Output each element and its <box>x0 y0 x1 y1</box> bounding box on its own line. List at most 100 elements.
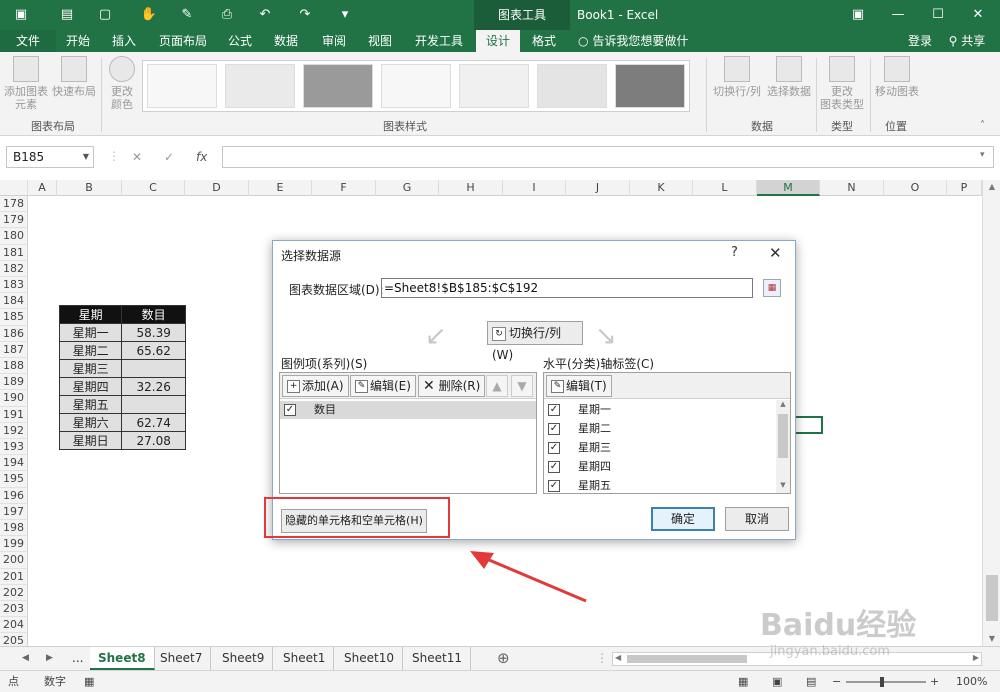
tab-review[interactable]: 审阅 <box>314 30 354 52</box>
row-header[interactable]: 186 <box>0 326 28 342</box>
hscroll-thumb[interactable] <box>627 655 747 663</box>
cancel-icon[interactable]: ✕ <box>132 146 142 168</box>
tell-me-box[interactable]: ○ 告诉我您想要做什么... <box>578 30 708 70</box>
close-button[interactable]: ✕ <box>956 0 1000 30</box>
scroll-down-icon[interactable]: ▼ <box>983 632 1000 646</box>
list-item[interactable]: ✓ 星期一 <box>544 401 790 419</box>
table-header-cell[interactable]: 星期 <box>58 305 123 324</box>
range-picker-icon[interactable]: ▦ <box>763 279 781 297</box>
list-item[interactable]: ✓ 星期四 <box>544 458 790 476</box>
tab-formulas[interactable]: 公式 <box>220 30 260 52</box>
sheet-tab-sheet7[interactable]: Sheet7 <box>152 647 212 670</box>
row-header[interactable]: 195 <box>0 471 28 488</box>
column-header[interactable]: A <box>28 180 57 196</box>
column-header[interactable]: N <box>820 180 884 196</box>
undo-icon[interactable]: ↶ <box>256 6 274 24</box>
table-header-cell[interactable]: 数目 <box>121 305 186 324</box>
tab-split-handle[interactable]: ⋮ <box>596 651 608 665</box>
row-header[interactable]: 200 <box>0 552 28 569</box>
value-cell[interactable]: 27.08 <box>121 431 186 450</box>
scroll-down-icon[interactable]: ▼ <box>776 481 790 493</box>
scroll-thumb[interactable] <box>778 414 788 458</box>
row-header[interactable]: 194 <box>0 455 28 472</box>
column-header[interactable]: L <box>693 180 757 196</box>
row-header[interactable]: 204 <box>0 617 28 634</box>
change-colors-button[interactable]: 更改 颜色 <box>104 56 140 111</box>
formula-input[interactable] <box>222 146 994 168</box>
edit-axis-button[interactable]: ✎ 编辑(T) <box>546 375 612 397</box>
row-header[interactable]: 179 <box>0 212 28 229</box>
next-sheet-icon[interactable]: ▶ <box>46 647 53 670</box>
axis-checkbox[interactable]: ✓ <box>548 423 560 435</box>
minimize-button[interactable]: — <box>876 0 920 30</box>
sheet-tab-sheet11[interactable]: Sheet11 <box>404 647 471 670</box>
chart-style-7[interactable] <box>615 64 685 108</box>
column-header[interactable]: B <box>57 180 122 196</box>
day-cell[interactable]: 星期五 <box>58 395 123 414</box>
value-cell[interactable] <box>121 395 186 414</box>
row-header[interactable]: 205 <box>0 633 28 646</box>
ok-button[interactable]: 确定 <box>651 507 715 531</box>
edit-series-button[interactable]: ✎ 编辑(E) <box>350 375 416 397</box>
zoom-slider[interactable] <box>846 681 926 683</box>
day-cell[interactable]: 星期二 <box>58 341 123 360</box>
row-header[interactable]: 201 <box>0 569 28 585</box>
row-header[interactable]: 193 <box>0 439 28 456</box>
normal-view-icon[interactable]: ▦ <box>738 671 748 692</box>
tab-file[interactable]: 文件 <box>0 30 56 52</box>
row-header[interactable]: 185 <box>0 309 28 326</box>
switch-row-column-dialog-button[interactable]: ↻ 切换行/列(W) <box>487 321 583 362</box>
row-header[interactable]: 188 <box>0 358 28 375</box>
list-item[interactable]: ✓ 星期三 <box>544 439 790 457</box>
add-sheet-icon[interactable]: ⊕ <box>497 649 510 667</box>
redo-icon[interactable]: ↷ <box>296 6 314 24</box>
row-header[interactable]: 203 <box>0 601 28 618</box>
axis-checkbox[interactable]: ✓ <box>548 442 560 454</box>
list-item[interactable]: ✓ 星期五 <box>544 477 790 493</box>
save-icon[interactable]: ▣ <box>12 6 30 24</box>
axis-checkbox[interactable]: ✓ <box>548 461 560 473</box>
move-chart-button[interactable]: 移动图表 <box>872 56 922 98</box>
sheet-tab-sheet9[interactable]: Sheet9 <box>214 647 274 670</box>
row-header[interactable]: 192 <box>0 423 28 439</box>
row-header[interactable]: 198 <box>0 520 28 537</box>
chart-style-3[interactable] <box>303 64 373 108</box>
row-header[interactable]: 202 <box>0 585 28 601</box>
active-cell-outline[interactable] <box>793 416 823 434</box>
tab-insert[interactable]: 插入 <box>104 30 144 52</box>
column-header[interactable]: I <box>503 180 566 196</box>
move-down-icon[interactable]: ▼ <box>511 375 533 397</box>
scroll-left-icon[interactable]: ◀ <box>615 653 621 662</box>
row-header[interactable]: 189 <box>0 374 28 391</box>
macro-record-icon[interactable]: ▦ <box>84 671 94 692</box>
close-icon[interactable]: ✕ <box>769 244 782 262</box>
day-cell[interactable]: 星期六 <box>58 413 123 432</box>
tab-page-layout[interactable]: 页面布局 <box>152 30 214 52</box>
change-chart-type-button[interactable]: 更改 图表类型 <box>818 56 866 111</box>
cancel-button[interactable]: 取消 <box>725 507 789 531</box>
signin-link[interactable]: 登录 <box>902 30 938 52</box>
quick-layout-button[interactable]: 快速布局 <box>52 56 96 98</box>
customize-qat-icon[interactable]: ▾ <box>336 6 354 24</box>
sheet-tab-sheet10[interactable]: Sheet10 <box>336 647 403 670</box>
column-header[interactable]: C <box>122 180 185 196</box>
scroll-up-icon[interactable]: ▲ <box>983 180 1000 194</box>
scroll-right-icon[interactable]: ▶ <box>973 653 979 662</box>
touch-mode-icon[interactable]: ✋ <box>140 6 158 24</box>
add-chart-element-button[interactable]: 添加图表 元素 <box>4 56 48 111</box>
tab-format[interactable]: 格式 <box>524 30 564 52</box>
insert-function-icon[interactable]: fx <box>196 146 207 168</box>
tab-design[interactable]: 设计 <box>476 30 520 52</box>
day-cell[interactable]: 星期三 <box>58 359 123 378</box>
day-cell[interactable]: 星期一 <box>58 323 123 342</box>
switch-row-column-button[interactable]: 切换行/列 <box>712 56 762 98</box>
axis-list-scrollbar[interactable]: ▲ ▼ <box>776 400 790 493</box>
more-sheets-tab[interactable]: ... <box>64 647 91 670</box>
chart-style-6[interactable] <box>537 64 607 108</box>
new-icon[interactable]: ▢ <box>96 6 114 24</box>
chart-style-5[interactable] <box>459 64 529 108</box>
column-header[interactable]: G <box>376 180 439 196</box>
delete-series-button[interactable]: ✕ 删除(R) <box>418 375 486 397</box>
value-cell[interactable]: 58.39 <box>121 323 186 342</box>
row-header[interactable]: 184 <box>0 293 28 310</box>
